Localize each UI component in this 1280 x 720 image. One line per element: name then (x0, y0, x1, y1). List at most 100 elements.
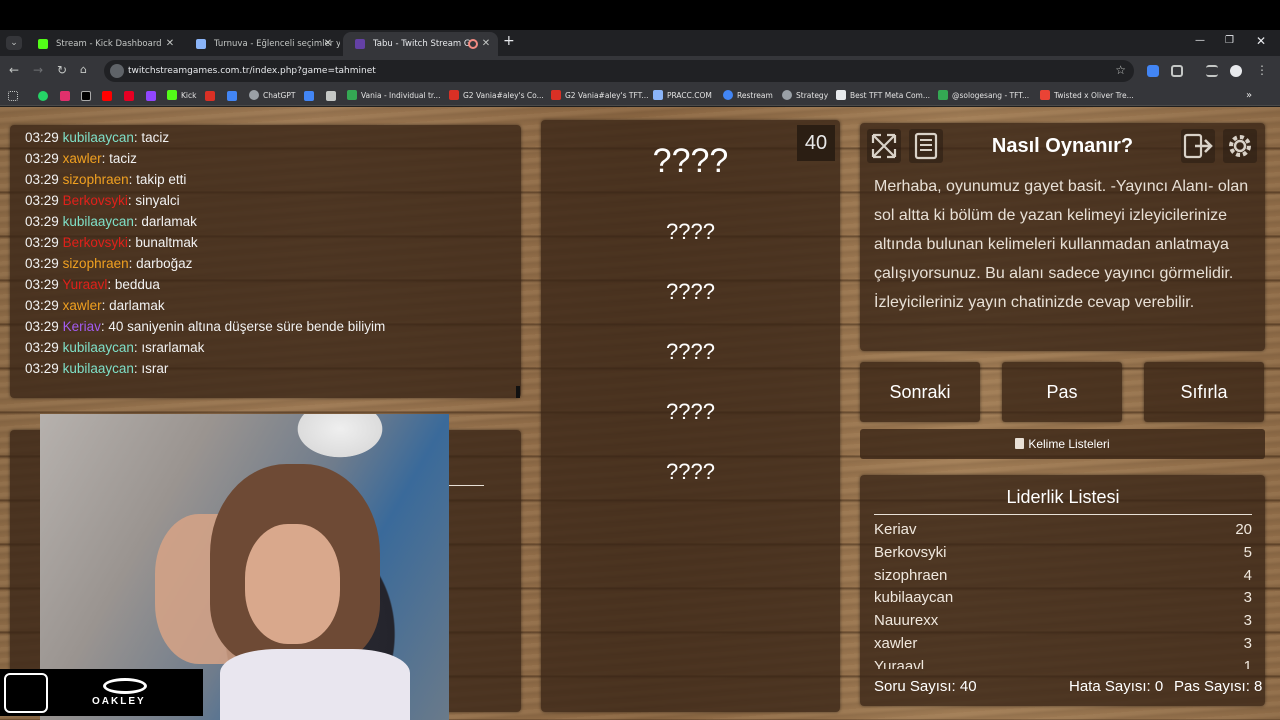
chat-colon: : (128, 256, 137, 271)
chat-text: ısrarlamak (141, 340, 205, 355)
word-lists-label: Kelime Listeleri (1028, 437, 1110, 451)
webcam-face (245, 524, 340, 644)
tab-strip: ⌄ Stream - Kick Dashboard ✕ Turnuva - Eğ… (0, 30, 1280, 56)
chat-username[interactable]: Berkovsyki (63, 193, 128, 208)
window-close-icon[interactable]: ✕ (1256, 34, 1266, 48)
tab-tabu-active[interactable]: Tabu - Twitch Stream Games ✕ (343, 32, 498, 56)
word-lists-button[interactable]: Kelime Listeleri (860, 429, 1265, 459)
youtube-icon[interactable] (102, 91, 112, 101)
settings-button[interactable] (1223, 129, 1257, 163)
chat-username[interactable]: Berkovsyki (63, 235, 128, 250)
chat-scrollbar[interactable] (516, 386, 520, 398)
chat-username[interactable]: xawler (63, 151, 102, 166)
bookmark-pracc[interactable]: PRACC.COM (653, 90, 712, 102)
more-bookmarks-chevron-icon[interactable]: » (1246, 90, 1252, 102)
chat-message: 03:29 Keriav: 40 saniyenin altına düşers… (25, 319, 385, 334)
strategy-icon (782, 90, 792, 100)
tab-kick-dashboard[interactable]: Stream - Kick Dashboard ✕ (26, 32, 182, 56)
calendar-icon[interactable] (304, 91, 314, 101)
next-button[interactable]: Sonraki (860, 362, 980, 422)
bookmark-star-icon[interactable]: ☆ (1115, 63, 1126, 77)
bookmark-kick[interactable]: Kick (167, 90, 196, 102)
chat-username[interactable]: Keriav (63, 319, 101, 334)
pass-button[interactable]: Pas (1002, 362, 1122, 422)
bookmark-restream[interactable]: Restream (723, 90, 773, 102)
chat-username[interactable]: sizophraen (63, 172, 129, 187)
chat-username[interactable]: Yuraavl (62, 277, 107, 292)
chat-timestamp: 03:29 (25, 151, 59, 166)
bookmark-label: Twisted x Oliver Tre... (1054, 91, 1134, 100)
url-text[interactable]: twitchstreamgames.com.tr/index.php?game=… (128, 60, 376, 82)
restore-icon[interactable]: ❐ (1225, 35, 1234, 46)
apps-grid-icon[interactable] (8, 91, 18, 101)
tumblr-icon[interactable] (205, 91, 215, 101)
chat-username[interactable]: sizophraen (63, 256, 129, 271)
twitch-icon[interactable] (146, 91, 156, 101)
fullscreen-button[interactable] (867, 129, 901, 163)
site-info-icon[interactable] (110, 64, 124, 78)
chat-username[interactable]: kubilaaycan (63, 214, 134, 229)
g2-logo-icon (4, 673, 48, 713)
chat-text: ısrar (141, 361, 169, 376)
whatsapp-icon[interactable] (38, 91, 48, 101)
chat-message: 03:29 Yuraavl: beddua (25, 277, 160, 292)
new-tab-plus-icon[interactable]: + (503, 33, 515, 49)
chat-username[interactable]: kubilaaycan (63, 130, 134, 145)
bookmark-strategy[interactable]: Strategy (782, 90, 828, 102)
turnuva-favicon-icon (196, 39, 206, 49)
close-tab-icon[interactable]: ✕ (164, 32, 176, 56)
notes-button[interactable] (909, 129, 943, 163)
bookmark-sologesang[interactable]: @sologesang - TFT... (938, 90, 1029, 102)
bookmark-label: G2 Vania#aley's TFT... (565, 91, 649, 100)
back-arrow-icon[interactable]: ← (9, 63, 19, 77)
document-icon (914, 132, 938, 160)
bookmark-best-tft-meta[interactable]: Best TFT Meta Com... (836, 90, 930, 102)
forward-arrow-icon[interactable]: → (33, 63, 43, 77)
translate-bookmark-icon[interactable] (227, 91, 237, 101)
browser-menu-icon[interactable]: ⋮ (1256, 63, 1268, 77)
bookmark-g2-vania-co[interactable]: G2 Vania#aley's Co... (449, 90, 544, 102)
chat-message: 03:29 kubilaaycan: ısrarlamak (25, 340, 204, 355)
chat-colon: : (107, 277, 115, 292)
translate-extension-icon[interactable] (1147, 65, 1159, 77)
home-icon[interactable]: ⌂ (80, 63, 87, 76)
address-bar[interactable]: twitchstreamgames.com.tr/index.php?game=… (104, 60, 1134, 82)
filter-icon[interactable] (326, 91, 336, 101)
instagram-icon[interactable] (60, 91, 70, 101)
bookmark-chatgpt[interactable]: ChatGPT (249, 90, 295, 102)
chat-username[interactable]: kubilaaycan (63, 340, 134, 355)
chat-text: beddua (114, 277, 160, 292)
bookmark-vania-individual[interactable]: Vania - Individual tr... (347, 90, 440, 102)
chat-text: taciz (141, 130, 170, 145)
player-score: 3 (1243, 612, 1252, 630)
minimize-icon[interactable]: — (1195, 35, 1205, 46)
extensions-puzzle-icon[interactable] (1171, 65, 1183, 77)
leaderboard-row: sizophraen 4 (874, 567, 1252, 589)
reset-button[interactable]: Sıfırla (1144, 362, 1264, 422)
chat-username[interactable]: xawler (63, 298, 102, 313)
leaderboard-row: Berkovsyki 5 (874, 544, 1252, 566)
chat-timestamp: 03:29 (25, 361, 59, 376)
tab-turnuva[interactable]: Turnuva - Eğlenceli seçimler yap ✕ (184, 32, 340, 56)
chat-timestamp: 03:29 (25, 130, 59, 145)
exit-button[interactable] (1181, 129, 1215, 163)
tab-title: Stream - Kick Dashboard (56, 39, 162, 49)
bookmark-twisted-oliver[interactable]: Twisted x Oliver Tre... (1040, 90, 1134, 102)
chat-message: 03:29 Berkovsyki: sinyalci (25, 193, 180, 208)
help-description: Merhaba, oyunumuz gayet basit. -Yayıncı … (874, 178, 1249, 311)
leaderboard-list[interactable]: Keriav 20 Berkovsyki 5 sizophraen 4 kubilaayca… (874, 521, 1252, 669)
close-tab-icon[interactable]: ✕ (480, 32, 492, 56)
media-controls-icon[interactable] (1206, 65, 1218, 77)
chat-username[interactable]: kubilaaycan (63, 361, 134, 376)
reload-icon[interactable]: ↻ (57, 63, 67, 77)
leaderboard-row: Yuraavl 1 (874, 658, 1252, 669)
close-tab-icon[interactable]: ✕ (322, 32, 334, 56)
bookmark-g2-vania-tft[interactable]: G2 Vania#aley's TFT... (551, 90, 649, 102)
chat-timestamp: 03:29 (25, 298, 59, 313)
x-twitter-icon[interactable] (81, 91, 91, 101)
bookmarks-bar: Kick ChatGPT Vania - Individual tr... G2… (0, 86, 1280, 106)
tab-search-button[interactable]: ⌄ (6, 36, 22, 50)
red-bookmark-icon[interactable] (124, 91, 134, 101)
chatgpt-icon (249, 90, 259, 100)
profile-avatar-icon[interactable] (1230, 65, 1242, 77)
